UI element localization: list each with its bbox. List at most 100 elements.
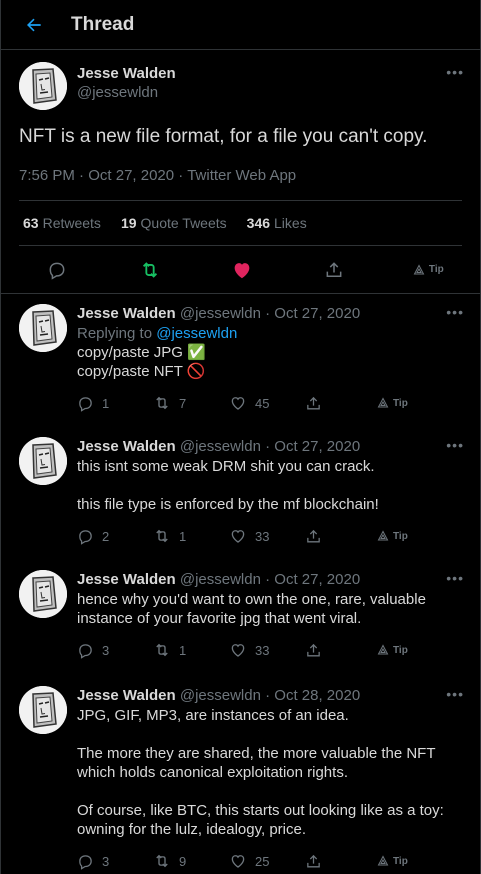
meta-separator: · bbox=[265, 438, 275, 455]
tip-label: Tip bbox=[393, 530, 408, 542]
reply-button[interactable]: 3 bbox=[77, 642, 153, 659]
page-title: Thread bbox=[71, 13, 135, 35]
reply-button[interactable]: 3 bbox=[77, 853, 153, 870]
like-count: 33 bbox=[255, 528, 270, 544]
tweet-date[interactable]: Oct 27, 2020 bbox=[274, 571, 360, 588]
tweet-date[interactable]: Oct 27, 2020 bbox=[274, 438, 360, 455]
avatar[interactable] bbox=[19, 304, 67, 352]
meta-separator: · bbox=[265, 687, 275, 704]
more-icon[interactable]: ••• bbox=[446, 570, 464, 586]
reply-button[interactable]: 2 bbox=[77, 528, 153, 545]
more-icon[interactable]: ••• bbox=[446, 304, 464, 320]
avatar[interactable] bbox=[19, 62, 67, 110]
author-display-name[interactable]: Jesse Walden bbox=[77, 571, 176, 588]
reply-tweet[interactable]: ••• Jesse Walden @jessewldn · Oct 27, 20… bbox=[1, 294, 480, 427]
tweet-date[interactable]: Oct 27, 2020 bbox=[274, 305, 360, 322]
retweet-count: 9 bbox=[179, 853, 187, 869]
meta-separator: · bbox=[79, 167, 89, 184]
author-handle[interactable]: @jessewldn bbox=[180, 571, 261, 588]
like-count: 45 bbox=[255, 395, 270, 411]
retweet-button[interactable]: 1 bbox=[153, 527, 229, 545]
share-button[interactable] bbox=[305, 642, 371, 659]
main-tweet: ••• Jesse Walden @jessewldn NFT is a new… bbox=[1, 50, 480, 294]
reply-actions: 3 1 33 Tip bbox=[77, 638, 462, 662]
meta-separator: · bbox=[265, 571, 275, 588]
tweet-text: hence why you'd want to own the one, rar… bbox=[77, 591, 426, 627]
like-button[interactable]: 33 bbox=[229, 641, 305, 659]
retweet-button[interactable]: 1 bbox=[153, 641, 229, 659]
share-button[interactable] bbox=[305, 395, 371, 412]
tweet-text: this isnt some weak DRM shit you can cra… bbox=[77, 458, 379, 513]
more-icon[interactable]: ••• bbox=[446, 64, 464, 80]
tip-label: Tip bbox=[428, 264, 444, 275]
quote-tweets-stat[interactable]: 19 Quote Tweets bbox=[121, 215, 227, 231]
tip-button[interactable]: Tip bbox=[413, 252, 444, 288]
tip-button[interactable]: Tip bbox=[377, 397, 408, 409]
like-icon bbox=[231, 530, 245, 543]
avatar[interactable] bbox=[19, 437, 67, 485]
like-icon bbox=[231, 397, 245, 410]
tip-icon bbox=[377, 855, 389, 866]
replying-mention[interactable]: @jessewldn bbox=[156, 325, 237, 342]
back-button[interactable] bbox=[19, 10, 49, 40]
tip-button[interactable]: Tip bbox=[377, 855, 408, 867]
like-icon bbox=[231, 855, 245, 868]
meta-separator: · bbox=[265, 305, 275, 322]
tweet-stats: 63 Retweets 19 Quote Tweets 346 Likes bbox=[19, 201, 462, 246]
more-icon[interactable]: ••• bbox=[446, 686, 464, 702]
tip-button[interactable]: Tip bbox=[377, 644, 408, 656]
author-display-name[interactable]: Jesse Walden bbox=[77, 65, 176, 83]
share-button[interactable] bbox=[305, 528, 371, 545]
retweets-stat[interactable]: 63 Retweets bbox=[23, 215, 101, 231]
reply-button[interactable]: 1 bbox=[77, 395, 153, 412]
author-handle[interactable]: @jessewldn bbox=[180, 687, 261, 704]
tweet-source[interactable]: Twitter Web App bbox=[187, 167, 296, 184]
share-button[interactable] bbox=[314, 252, 354, 288]
share-icon bbox=[307, 854, 320, 867]
author-handle[interactable]: @jessewldn bbox=[180, 305, 261, 322]
tip-button[interactable]: Tip bbox=[377, 530, 408, 542]
reply-button[interactable] bbox=[37, 252, 77, 288]
retweet-button[interactable] bbox=[130, 252, 170, 288]
reply-header: Jesse Walden @jessewldn · Oct 27, 2020 bbox=[77, 570, 462, 590]
author-display-name[interactable]: Jesse Walden bbox=[77, 687, 176, 704]
retweet-icon bbox=[156, 529, 168, 543]
reply-count: 3 bbox=[102, 853, 110, 869]
like-button[interactable]: 25 bbox=[229, 852, 305, 870]
share-button[interactable] bbox=[305, 853, 371, 870]
like-icon bbox=[234, 262, 250, 278]
author-handle[interactable]: @jessewldn bbox=[77, 83, 176, 103]
replying-label: Replying to bbox=[77, 325, 153, 342]
like-button[interactable]: 33 bbox=[229, 527, 305, 545]
retweet-button[interactable]: 9 bbox=[153, 852, 229, 870]
retweet-icon bbox=[156, 854, 168, 868]
reply-icon bbox=[49, 262, 65, 280]
share-icon bbox=[307, 529, 320, 542]
author-handle[interactable]: @jessewldn bbox=[180, 438, 261, 455]
tip-label: Tip bbox=[393, 644, 408, 656]
reply-tweet[interactable]: ••• Jesse Walden @jessewldn · Oct 28, 20… bbox=[1, 676, 480, 874]
tweet-time[interactable]: 7:56 PM bbox=[19, 167, 75, 184]
retweet-icon bbox=[156, 396, 168, 410]
like-count: 25 bbox=[255, 853, 270, 869]
reply-actions: 3 9 25 Tip bbox=[77, 849, 462, 873]
reply-tweet[interactable]: ••• Jesse Walden @jessewldn · Oct 27, 20… bbox=[1, 560, 480, 676]
like-button[interactable]: 45 bbox=[229, 394, 305, 412]
more-icon[interactable]: ••• bbox=[446, 437, 464, 453]
like-button[interactable] bbox=[222, 252, 262, 288]
reply-icon bbox=[79, 396, 92, 412]
avatar[interactable] bbox=[19, 570, 67, 618]
avatar[interactable] bbox=[19, 686, 67, 734]
tip-icon bbox=[377, 530, 389, 541]
author-display-name[interactable]: Jesse Walden bbox=[77, 438, 176, 455]
retweet-count: 1 bbox=[179, 642, 187, 658]
tweet-date[interactable]: Oct 27, 2020 bbox=[88, 167, 174, 184]
tweet-date[interactable]: Oct 28, 2020 bbox=[274, 687, 360, 704]
reply-tweet[interactable]: ••• Jesse Walden @jessewldn · Oct 27, 20… bbox=[1, 427, 480, 560]
author-display-name[interactable]: Jesse Walden bbox=[77, 305, 176, 322]
like-count: 33 bbox=[255, 642, 270, 658]
retweet-button[interactable]: 7 bbox=[153, 394, 229, 412]
reply-header: Jesse Walden @jessewldn · Oct 27, 2020 bbox=[77, 304, 462, 324]
tip-label: Tip bbox=[393, 855, 408, 867]
likes-stat[interactable]: 346 Likes bbox=[247, 215, 307, 231]
